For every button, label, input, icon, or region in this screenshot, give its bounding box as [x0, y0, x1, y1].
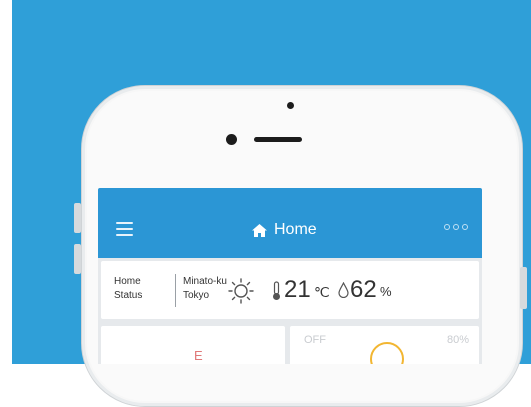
thermometer-icon	[273, 281, 280, 300]
app-screen: Home Home Status Minato-ku Tokyo 21 ℃ 62…	[98, 188, 482, 364]
home-icon	[252, 223, 267, 237]
phone-power-button	[520, 267, 527, 309]
humidity-value: 62	[350, 276, 377, 303]
phone-volume-down-button	[74, 244, 81, 274]
hamburger-menu-icon[interactable]	[116, 222, 133, 236]
device-card-left-label: E	[194, 348, 203, 363]
light-state-label: OFF	[304, 334, 326, 346]
humidity-unit: %	[380, 284, 392, 299]
page-title: Home	[274, 221, 317, 238]
divider	[175, 274, 176, 307]
humidity-drop-icon	[338, 282, 349, 298]
device-card-light[interactable]: OFF 80%	[290, 326, 479, 364]
light-dial-ring[interactable]	[370, 342, 404, 364]
phone-camera	[226, 134, 237, 145]
light-level-label: 80%	[446, 334, 469, 346]
phone-sensor	[287, 102, 294, 109]
phone-volume-up-button	[74, 203, 81, 233]
device-card-left[interactable]: E	[101, 326, 285, 364]
phone-speaker	[254, 137, 302, 142]
sun-icon	[228, 278, 254, 304]
location-label: Minato-ku Tokyo	[183, 276, 227, 301]
home-status-bar: Home Status Minato-ku Tokyo 21 ℃ 62 %	[101, 261, 479, 319]
app-header: Home	[98, 188, 482, 258]
temperature-unit: ℃	[314, 284, 330, 300]
home-status-label: Home Status	[114, 276, 143, 301]
temperature-value: 21	[284, 276, 311, 303]
more-dots-icon[interactable]	[444, 224, 468, 230]
header-title-group: Home	[251, 218, 317, 242]
